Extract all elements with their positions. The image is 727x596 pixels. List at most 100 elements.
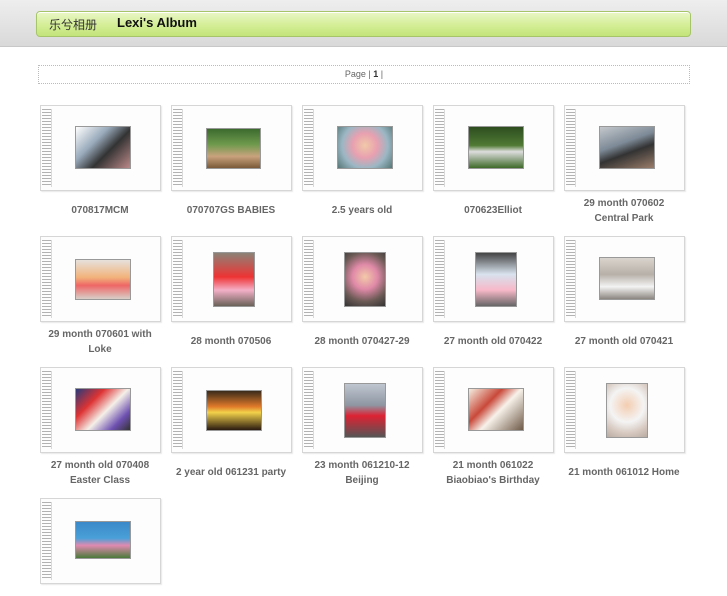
album-caption[interactable]: 27 month old 070422	[428, 334, 558, 349]
spiral-binding	[304, 371, 314, 449]
album-caption[interactable]: 27 month old 070421	[559, 334, 689, 349]
album-cover[interactable]	[171, 367, 292, 453]
album-cover[interactable]	[171, 105, 292, 191]
album-item[interactable]: 070707GS BABIES	[171, 105, 292, 218]
album-caption[interactable]: 070623Elliot	[428, 203, 558, 218]
album-thumbnail[interactable]	[206, 390, 262, 431]
album-thumbnail[interactable]	[344, 252, 386, 307]
album-caption-line1[interactable]: 27 month old 070408	[35, 458, 165, 473]
album-cover[interactable]	[564, 236, 685, 322]
album-item[interactable]: 27 month old 070421	[564, 236, 685, 349]
spiral-binding	[42, 502, 52, 580]
album-caption[interactable]: 21 month 061012 Home	[559, 465, 689, 480]
album-cover[interactable]	[40, 105, 161, 191]
album-item[interactable]: 28 month 070427-29	[302, 236, 423, 349]
album-caption-line1[interactable]: 29 month 070602	[559, 196, 689, 211]
album-item[interactable]: 27 month old 070408 Easter Class	[40, 367, 161, 488]
album-cover[interactable]	[433, 236, 554, 322]
album-cover[interactable]	[40, 236, 161, 322]
album-item[interactable]: 2.5 years old	[302, 105, 423, 218]
album-thumbnail[interactable]	[475, 252, 517, 307]
spiral-binding	[435, 371, 445, 449]
album-caption[interactable]: 2 year old 061231 party	[166, 465, 296, 480]
album-thumbnail[interactable]	[468, 126, 524, 169]
album-thumbnail[interactable]	[468, 388, 524, 431]
album-thumbnail[interactable]	[75, 388, 131, 431]
album-caption-line1[interactable]: 27 month old 070422	[428, 334, 558, 349]
album-caption[interactable]: 070707GS BABIES	[166, 203, 296, 218]
album-cover[interactable]	[302, 367, 423, 453]
album-caption-line1[interactable]: 21 month 061012 Home	[559, 465, 689, 480]
pager-current-page[interactable]: 1	[373, 69, 378, 79]
album-item[interactable]: 2 year old 061231 party	[171, 367, 292, 480]
spiral-binding	[42, 371, 52, 449]
album-thumbnail[interactable]	[337, 126, 393, 169]
album-caption-line1[interactable]: 2.5 years old	[297, 203, 427, 218]
album-caption-line1[interactable]: 27 month old 070421	[559, 334, 689, 349]
spiral-binding	[566, 240, 576, 318]
album-thumbnail[interactable]	[213, 252, 255, 307]
album-caption[interactable]: 29 month 070601 with Loke	[35, 327, 165, 357]
album-thumbnail[interactable]	[606, 383, 648, 438]
spiral-binding	[435, 240, 445, 318]
album-thumbnail[interactable]	[344, 383, 386, 438]
album-item[interactable]: 070623Elliot	[433, 105, 554, 218]
spiral-binding	[566, 371, 576, 449]
album-caption-line1[interactable]: 2 year old 061231 party	[166, 465, 296, 480]
album-thumbnail[interactable]	[75, 259, 131, 300]
site-name[interactable]: 乐兮相册	[49, 16, 97, 33]
album-item[interactable]	[40, 498, 161, 596]
spiral-binding	[304, 109, 314, 187]
spiral-binding	[173, 240, 183, 318]
album-cover[interactable]	[433, 105, 554, 191]
album-cover[interactable]	[564, 105, 685, 191]
album-cover[interactable]	[302, 236, 423, 322]
album-caption[interactable]: 28 month 070427-29	[297, 334, 427, 349]
album-caption-line1[interactable]: 070707GS BABIES	[166, 203, 296, 218]
album-item[interactable]: 27 month old 070422	[433, 236, 554, 349]
album-caption[interactable]: 27 month old 070408 Easter Class	[35, 458, 165, 488]
album-thumbnail[interactable]	[599, 257, 655, 300]
album-caption-line2[interactable]: Central Park	[559, 211, 689, 226]
album-caption-line1[interactable]: 28 month 070506	[166, 334, 296, 349]
album-item[interactable]: 29 month 070601 with Loke	[40, 236, 161, 357]
album-caption-line2[interactable]: Beijing	[297, 473, 427, 488]
album-cover[interactable]	[564, 367, 685, 453]
album-caption[interactable]: 21 month 061022 Biaobiao's Birthday	[428, 458, 558, 488]
album-thumbnail[interactable]	[75, 126, 131, 169]
spiral-binding	[42, 240, 52, 318]
album-caption-line1[interactable]: 070623Elliot	[428, 203, 558, 218]
album-thumbnail[interactable]	[75, 521, 131, 559]
album-caption-line1[interactable]: 29 month 070601 with	[35, 327, 165, 342]
album-item[interactable]: 29 month 070602 Central Park	[564, 105, 685, 226]
album-caption-line1[interactable]: 21 month 061022	[428, 458, 558, 473]
album-item[interactable]: 23 month 061210-12 Beijing	[302, 367, 423, 488]
album-item[interactable]: 21 month 061012 Home	[564, 367, 685, 480]
album-cover[interactable]	[171, 236, 292, 322]
spiral-binding	[566, 109, 576, 187]
album-item[interactable]: 28 month 070506	[171, 236, 292, 349]
album-caption[interactable]: 2.5 years old	[297, 203, 427, 218]
album-caption-line2[interactable]: Biaobiao's Birthday	[428, 473, 558, 488]
album-cover[interactable]	[433, 367, 554, 453]
album-caption[interactable]: 23 month 061210-12 Beijing	[297, 458, 427, 488]
album-cover[interactable]	[40, 367, 161, 453]
album-caption-line2[interactable]: Easter Class	[35, 473, 165, 488]
album-caption[interactable]: 28 month 070506	[166, 334, 296, 349]
pagination: Page | 1 |	[38, 65, 690, 84]
album-caption-line1[interactable]: 23 month 061210-12	[297, 458, 427, 473]
album-caption[interactable]: 29 month 070602 Central Park	[559, 196, 689, 226]
album-caption-line2[interactable]: Loke	[35, 342, 165, 357]
album-cover[interactable]	[302, 105, 423, 191]
album-title[interactable]: Lexi's Album	[117, 15, 197, 30]
album-thumbnail[interactable]	[599, 126, 655, 169]
album-caption[interactable]: 070817MCM	[35, 203, 165, 218]
album-caption-line1[interactable]: 28 month 070427-29	[297, 334, 427, 349]
album-cover[interactable]	[40, 498, 161, 584]
pager-label: Page |	[344, 69, 371, 79]
album-caption-line1[interactable]: 070817MCM	[35, 203, 165, 218]
title-bar: 乐兮相册 Lexi's Album	[36, 11, 691, 37]
album-item[interactable]: 070817MCM	[40, 105, 161, 218]
album-thumbnail[interactable]	[206, 128, 261, 169]
album-item[interactable]: 21 month 061022 Biaobiao's Birthday	[433, 367, 554, 488]
